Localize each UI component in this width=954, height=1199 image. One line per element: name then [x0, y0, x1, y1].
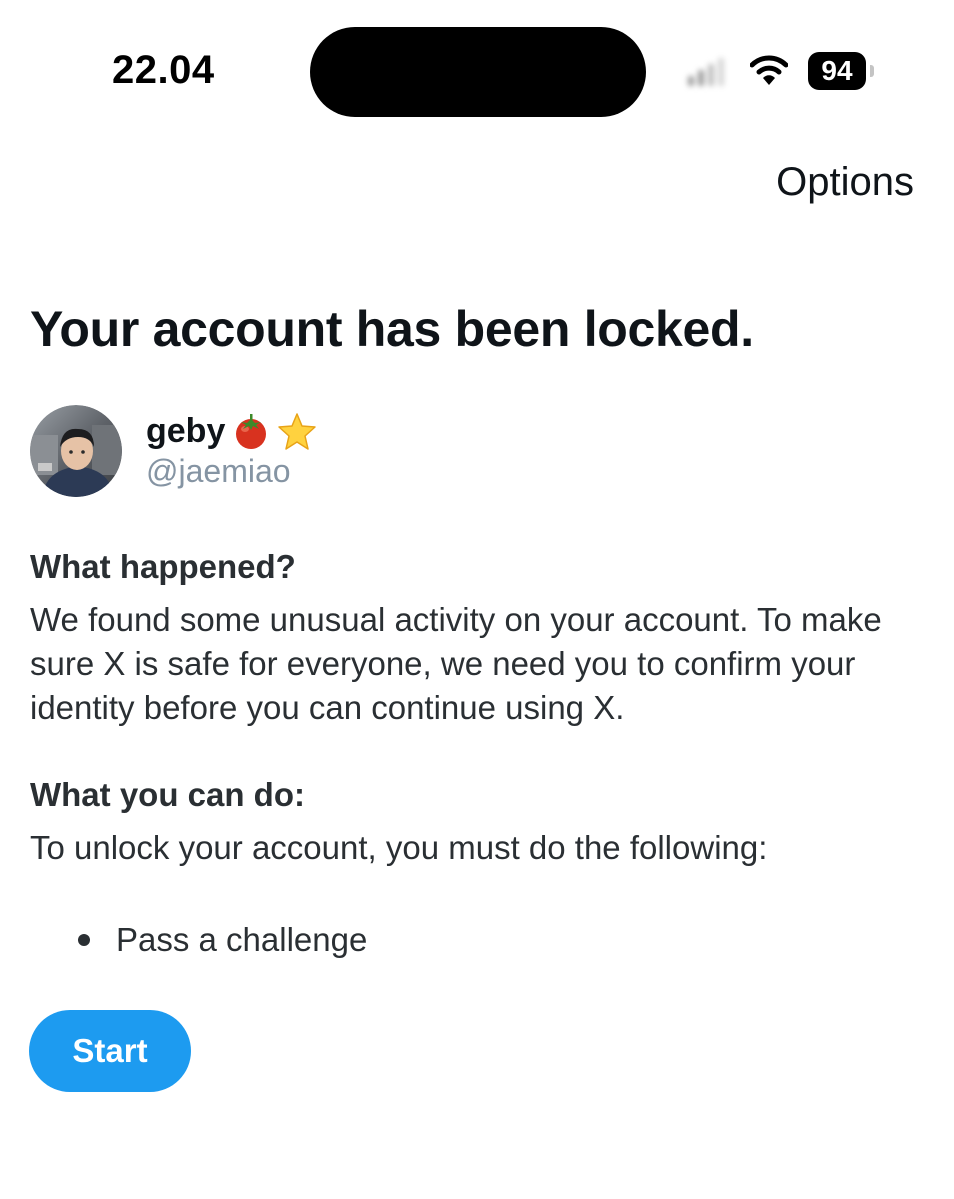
wifi-icon	[750, 55, 788, 85]
status-time: 22.04	[112, 48, 215, 92]
list-item: Pass a challenge	[30, 918, 367, 962]
what-happened-heading: What happened?	[30, 548, 296, 585]
signal-icon	[688, 58, 724, 86]
display-name: geby	[146, 411, 317, 451]
star-icon	[278, 413, 317, 450]
options-button[interactable]: Options	[776, 160, 914, 205]
bullet-icon	[78, 934, 90, 946]
profile-card: geby @jaemiao	[30, 405, 630, 505]
dynamic-island	[310, 27, 646, 117]
battery-cap	[870, 65, 874, 77]
battery-level: 94	[808, 52, 866, 90]
what-happened-body: We found some unusual activity on your a…	[30, 601, 882, 726]
what-you-can-do-body: To unlock your account, you must do the …	[30, 829, 768, 866]
step-text: Pass a challenge	[116, 921, 368, 958]
what-you-can-do-heading: What you can do:	[30, 776, 305, 813]
status-bar: 22.04 94	[0, 0, 954, 140]
start-button[interactable]: Start	[29, 1010, 191, 1092]
avatar[interactable]	[30, 405, 122, 497]
battery-icon: 94	[808, 52, 878, 90]
user-handle: @jaemiao	[146, 453, 291, 489]
steps-list: Pass a challenge	[30, 918, 367, 962]
tomato-icon	[236, 414, 267, 449]
page-title: Your account has been locked.	[30, 301, 754, 357]
display-name-text: geby	[146, 411, 226, 450]
